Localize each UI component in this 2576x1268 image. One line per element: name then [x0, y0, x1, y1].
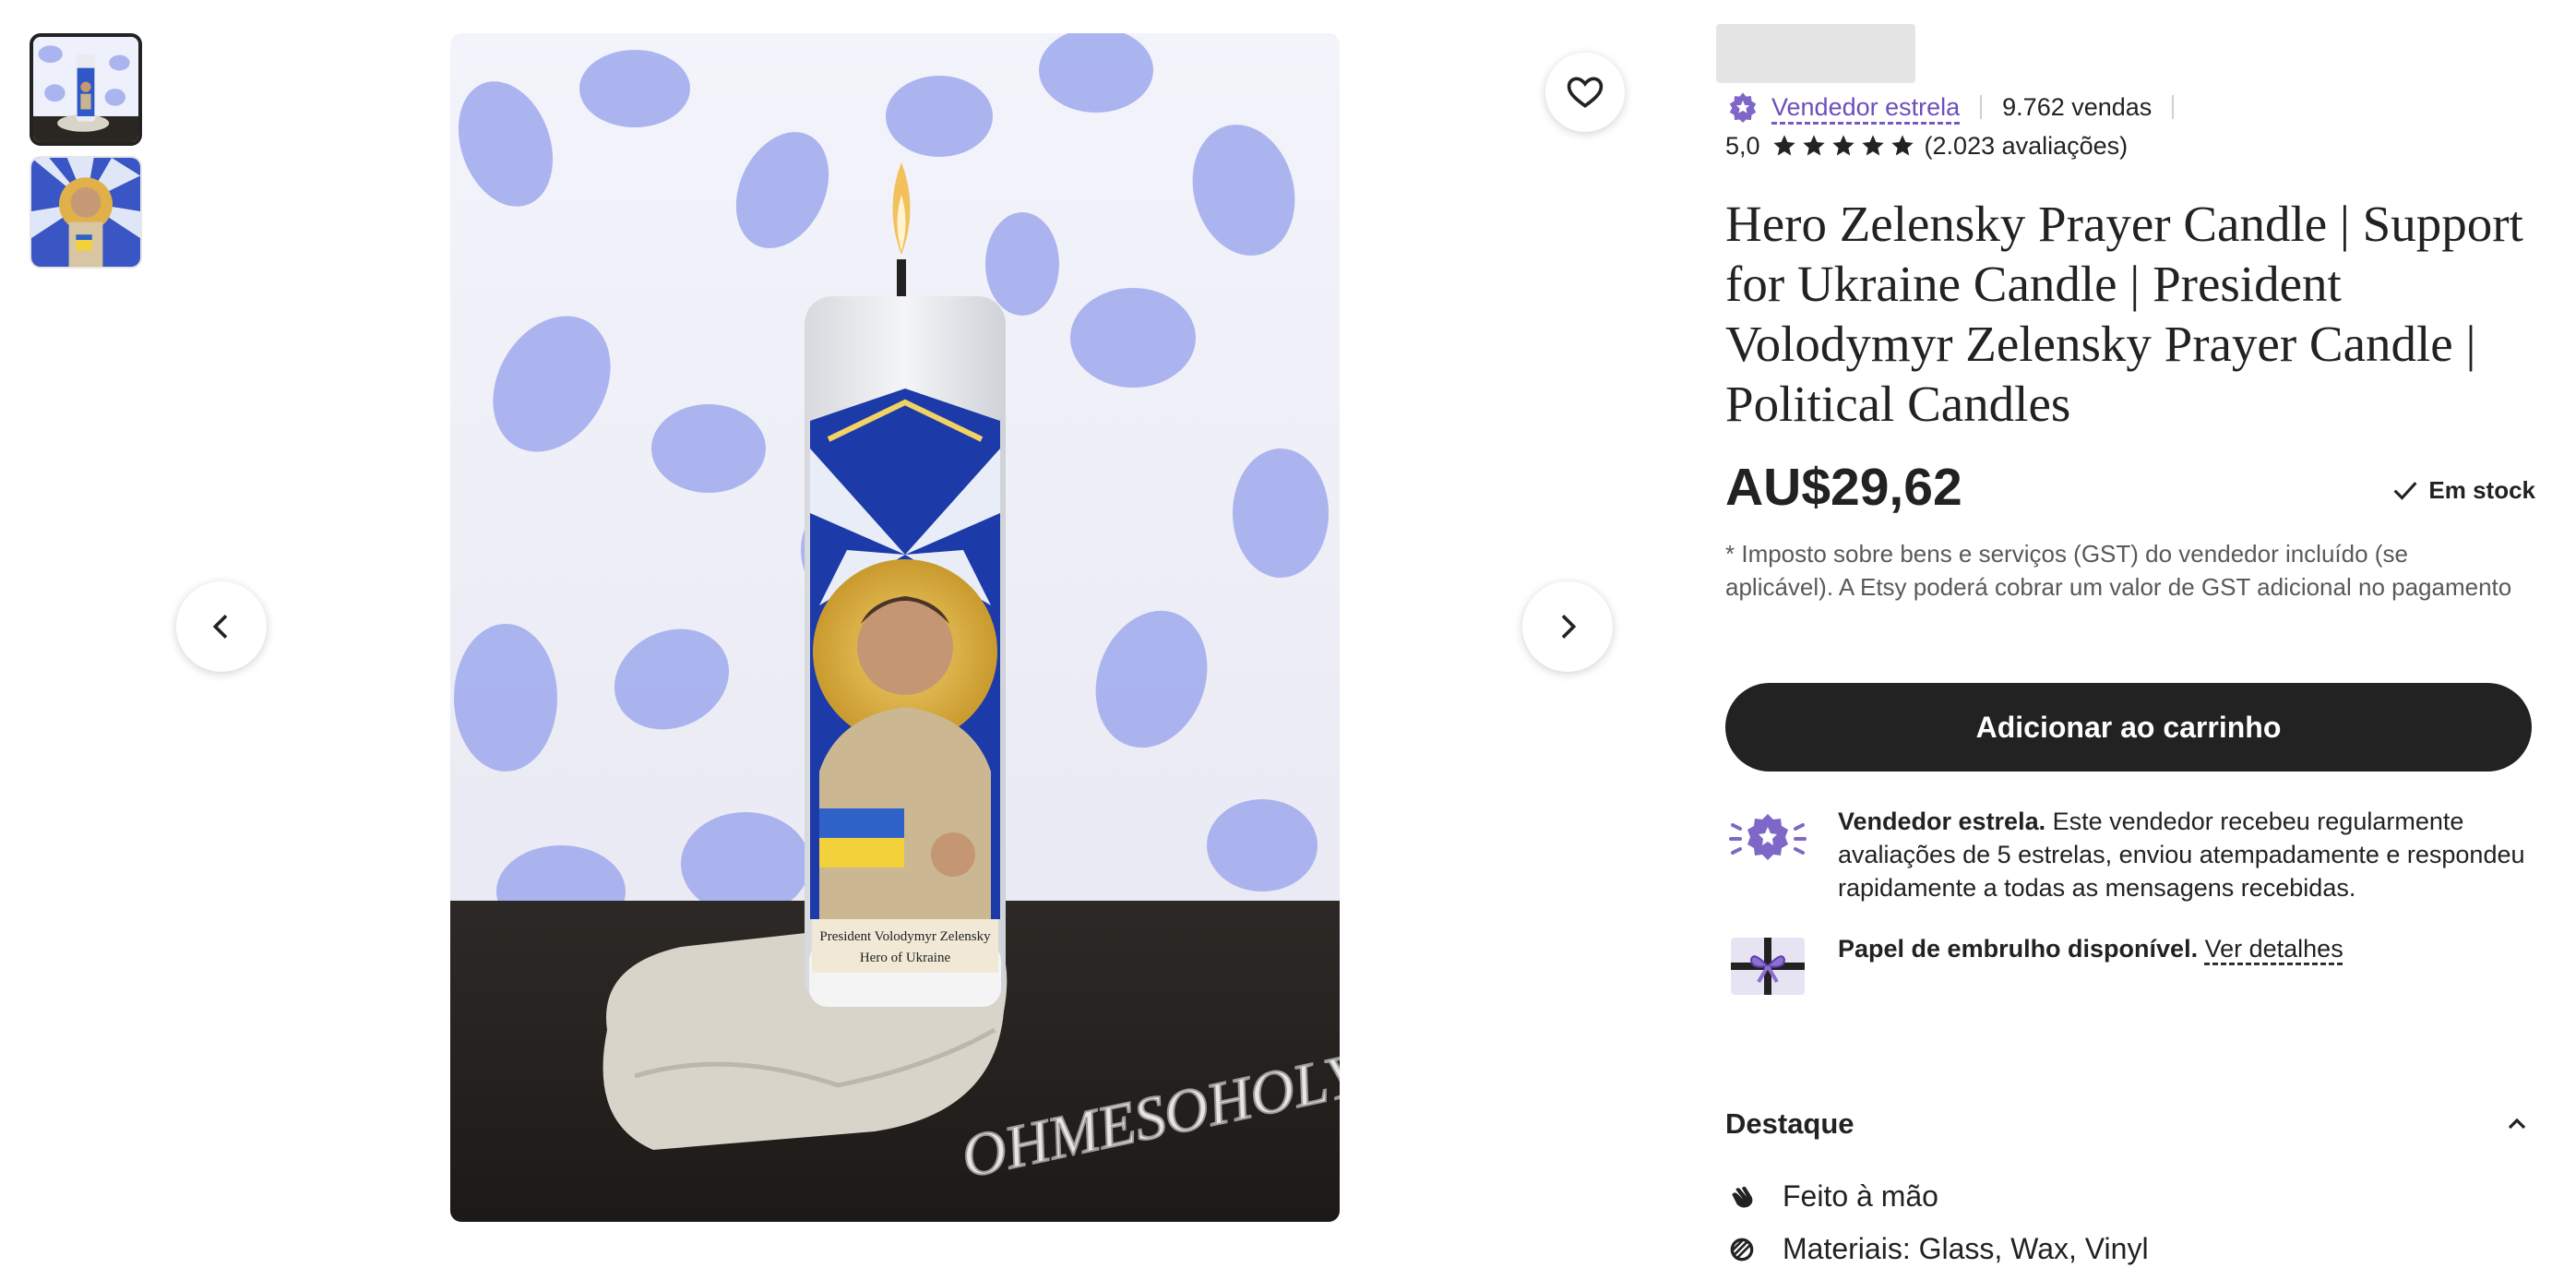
see-details-link[interactable]: Ver detalhes: [2205, 935, 2343, 963]
highlight-item: Feito à mão: [1727, 1179, 1938, 1214]
hand-icon: [1732, 1186, 1753, 1208]
gift-wrap-info: Papel de embrulho disponível. Ver detalh…: [1725, 932, 2539, 1000]
thumbnail-2[interactable]: [30, 156, 142, 269]
thumbnail-2-image: [31, 158, 140, 267]
star-seller-info-title: Vendedor estrela.: [1838, 807, 2046, 835]
star-icon: [1831, 135, 1854, 156]
star-icon: [1890, 135, 1914, 156]
chevron-left-icon: [212, 615, 228, 639]
seller-row: Vendedor estrela 9.762 vendas: [1727, 89, 2194, 126]
previous-image-button[interactable]: [176, 581, 267, 672]
sales-count: 9.762 vendas: [2002, 92, 2153, 121]
rating-row[interactable]: 5,0 (2.023 avaliações): [1725, 127, 2128, 164]
tax-note: * Imposto sobre bens e serviços (GST) do…: [1725, 540, 2512, 601]
highlights-header[interactable]: Destaque: [1725, 1107, 2532, 1141]
chevron-right-icon: [1561, 615, 1577, 639]
placeholder-bar: [1716, 24, 1915, 83]
candle-caption-line2: Hero of Ukraine: [860, 951, 951, 965]
product-title: Hero Zelensky Prayer Candle | Support fo…: [1725, 196, 2523, 432]
gift-wrap-title: Papel de embrulho disponível.: [1838, 935, 2199, 963]
thumbnail-1-image: [33, 37, 138, 142]
checkmark-icon: [2393, 482, 2417, 500]
star-icon: [1772, 135, 1795, 156]
highlights-title: Destaque: [1725, 1107, 1854, 1140]
thumbnail-1[interactable]: [30, 33, 142, 146]
star-seller-link[interactable]: Vendedor estrela: [1771, 93, 1960, 122]
star-seller-info: Vendedor estrela. Este vendedor recebeu …: [1725, 805, 2539, 904]
reviews-count: (2.023 avaliações): [1924, 131, 2129, 160]
next-image-button[interactable]: [1522, 581, 1613, 672]
heart-icon: [1567, 77, 1604, 108]
star-icon: [1802, 135, 1825, 156]
highlight-text: Materiais: Glass, Wax, Vinyl: [1783, 1232, 2149, 1265]
stock-status: Em stock: [2390, 474, 2535, 506]
divider: [2172, 95, 2175, 119]
favorite-button[interactable]: [1545, 53, 1625, 132]
stock-label: Em stock: [2428, 475, 2535, 504]
highlight-item: Materiais: Glass, Wax, Vinyl: [1727, 1232, 2149, 1266]
candle-caption-line1: President Volodymyr Zelensky: [819, 929, 991, 944]
star-icon: [1861, 135, 1884, 156]
rating-stars: [1771, 133, 1915, 159]
chevron-up-icon: [2508, 1118, 2526, 1130]
star-seller-badge-icon: [1729, 814, 1807, 860]
main-product-image: President Volodymyr Zelensky Hero of Ukr…: [450, 33, 1340, 1222]
materials-icon: [1730, 1238, 1754, 1261]
star-seller-badge-icon: [1729, 92, 1757, 123]
divider: [1980, 95, 1983, 119]
rating-score: 5,0: [1725, 131, 1760, 160]
product-price: AU$29,62: [1725, 458, 1962, 517]
gift-icon: [1731, 938, 1805, 995]
highlight-text: Feito à mão: [1783, 1179, 1938, 1213]
add-to-cart-button[interactable]: Adicionar ao carrinho: [1725, 683, 2532, 772]
